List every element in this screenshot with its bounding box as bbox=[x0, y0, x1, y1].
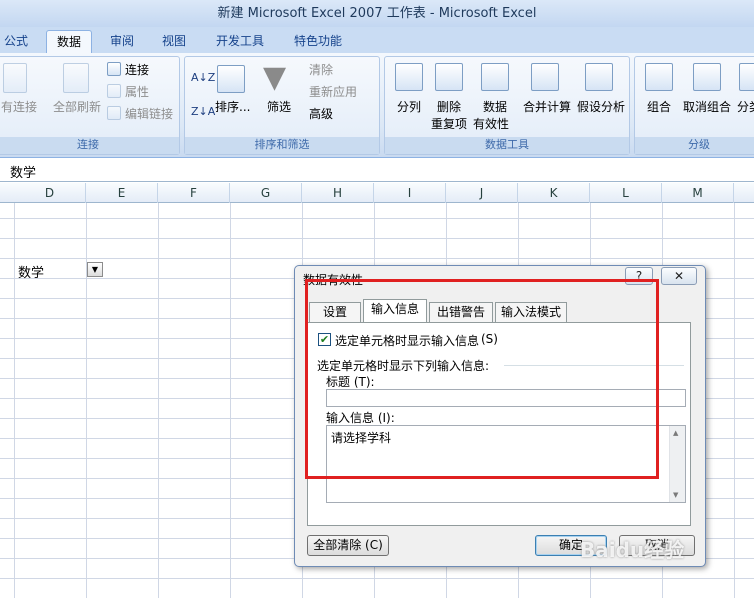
tab-error-alert[interactable]: 出错警告 bbox=[429, 302, 493, 323]
group-button[interactable]: 组合 bbox=[647, 98, 671, 115]
column-header[interactable]: G bbox=[230, 183, 302, 203]
chevron-down-icon[interactable]: ▼ bbox=[87, 262, 103, 277]
text-to-columns-icon bbox=[395, 63, 423, 91]
subtotal-icon bbox=[739, 63, 754, 91]
refresh-all-button[interactable]: 全部刷新 bbox=[53, 98, 101, 115]
connections-icon bbox=[107, 62, 121, 76]
data-tools-group-label: 数据工具 bbox=[385, 137, 629, 154]
sort-desc-icon[interactable]: Z↓A bbox=[191, 105, 215, 118]
column-header[interactable]: K bbox=[518, 183, 590, 203]
message-text: 请选择学科 bbox=[331, 431, 392, 445]
column-header[interactable]: E bbox=[86, 183, 158, 203]
close-button[interactable]: ✕ bbox=[661, 267, 697, 285]
properties-icon bbox=[107, 84, 121, 98]
tab-data[interactable]: 数据 bbox=[46, 30, 92, 53]
tab-input-message[interactable]: 输入信息 bbox=[363, 299, 427, 323]
consolidate-button[interactable]: 合并计算 bbox=[523, 98, 571, 115]
section-divider bbox=[504, 365, 684, 366]
remove-duplicates-button[interactable]: 删除 bbox=[437, 98, 461, 115]
column-header[interactable]: J bbox=[446, 183, 518, 203]
ribbon: 有连接 全部刷新 连接 属性 编辑链接 连接 A↓Z Z↓A 排序... ▼ 筛… bbox=[0, 53, 754, 158]
input-message-panel: ✔ 选定单元格时显示输入信息 (S) 选定单元格时显示下列输入信息: 标题 (T… bbox=[307, 322, 691, 526]
outline-group-label: 分级 bbox=[635, 137, 754, 154]
advanced-button[interactable]: 高级 bbox=[309, 105, 333, 122]
sort-icon bbox=[217, 65, 245, 93]
connections-group-label: 连接 bbox=[0, 137, 179, 154]
dialog-title: 数据有效性 bbox=[303, 273, 364, 287]
window-title: 新建 Microsoft Excel 2007 工作表 - Microsoft … bbox=[0, 0, 754, 27]
data-validation-icon bbox=[481, 63, 509, 91]
scroll-up-icon[interactable]: ▲ bbox=[673, 429, 678, 437]
title-label: 标题 (T): bbox=[326, 375, 375, 389]
ok-button[interactable]: 确定 bbox=[535, 535, 607, 556]
section-label: 选定单元格时显示下列输入信息: bbox=[317, 359, 490, 373]
column-header[interactable]: H bbox=[302, 183, 374, 203]
clear-button[interactable]: 清除 bbox=[309, 61, 333, 78]
tab-features[interactable]: 特色功能 bbox=[284, 30, 352, 53]
edit-links-button[interactable]: 编辑链接 bbox=[125, 105, 173, 122]
active-cell-value[interactable]: 数学 bbox=[18, 262, 44, 281]
sort-filter-group-label: 排序和筛选 bbox=[185, 137, 379, 154]
refresh-all-icon bbox=[63, 63, 89, 93]
column-header[interactable]: D bbox=[14, 183, 86, 203]
ungroup-icon bbox=[693, 63, 721, 91]
group-icon bbox=[645, 63, 673, 91]
connections-button[interactable]: 连接 bbox=[125, 61, 149, 78]
consolidate-icon bbox=[531, 63, 559, 91]
text-to-columns-button[interactable]: 分列 bbox=[397, 98, 421, 115]
ungroup-button[interactable]: 取消组合 bbox=[683, 98, 731, 115]
cancel-button[interactable]: 取消 bbox=[619, 535, 695, 556]
sort-filter-group: A↓Z Z↓A 排序... ▼ 筛选 清除 重新应用 高级 排序和筛选 bbox=[184, 56, 380, 155]
formula-content: 数学 bbox=[10, 166, 37, 181]
tab-developer[interactable]: 开发工具 bbox=[208, 30, 272, 53]
formula-bar[interactable]: 数学 bbox=[0, 159, 754, 182]
properties-button[interactable]: 属性 bbox=[125, 83, 149, 100]
what-if-button[interactable]: 假设分析 bbox=[577, 98, 625, 115]
column-header[interactable]: I bbox=[374, 183, 446, 203]
edit-links-icon bbox=[107, 106, 121, 120]
sort-button[interactable]: 排序... bbox=[215, 98, 250, 115]
reapply-button[interactable]: 重新应用 bbox=[309, 83, 357, 100]
tab-ime-mode[interactable]: 输入法模式 bbox=[495, 302, 567, 323]
existing-connections-button[interactable]: 有连接 bbox=[1, 98, 37, 115]
ribbon-tabs: 公式 数据 审阅 视图 开发工具 特色功能 bbox=[0, 27, 754, 53]
filter-icon: ▼ bbox=[263, 60, 287, 95]
remove-duplicates-label2[interactable]: 重复项 bbox=[431, 115, 467, 132]
remove-duplicates-icon bbox=[435, 63, 463, 91]
clear-all-button[interactable]: 全部清除 (C) bbox=[307, 535, 389, 556]
data-validation-label2[interactable]: 有效性 bbox=[473, 115, 509, 132]
scroll-down-icon[interactable]: ▼ bbox=[673, 491, 678, 499]
tab-settings[interactable]: 设置 bbox=[309, 302, 361, 323]
what-if-icon bbox=[585, 63, 613, 91]
data-tools-group: 分列 删除 重复项 数据 有效性 合并计算 假设分析 数据工具 bbox=[384, 56, 630, 155]
title-input[interactable] bbox=[326, 389, 686, 407]
help-button[interactable]: ? bbox=[625, 267, 653, 285]
connections-group: 有连接 全部刷新 连接 属性 编辑链接 连接 bbox=[0, 56, 180, 155]
existing-connections-icon bbox=[3, 63, 27, 93]
show-input-label[interactable]: 选定单元格时显示输入信息 bbox=[335, 332, 479, 349]
filter-button[interactable]: 筛选 bbox=[267, 98, 291, 115]
tab-view[interactable]: 视图 bbox=[154, 30, 194, 53]
column-header[interactable]: M bbox=[662, 183, 734, 203]
message-scrollbar[interactable]: ▲ ▼ bbox=[669, 426, 685, 502]
tab-review[interactable]: 审阅 bbox=[102, 30, 142, 53]
outline-group: 组合 取消组合 分类 分级 bbox=[634, 56, 754, 155]
data-validation-dialog: 数据有效性 ? ✕ 设置 输入信息 出错警告 输入法模式 ✔ 选定单元格时显示输… bbox=[294, 265, 706, 567]
message-label: 输入信息 (I): bbox=[326, 411, 395, 425]
sort-asc-icon[interactable]: A↓Z bbox=[191, 71, 215, 84]
show-input-shortcut: (S) bbox=[481, 332, 498, 346]
subtotal-button[interactable]: 分类 bbox=[737, 98, 754, 115]
column-header[interactable]: F bbox=[158, 183, 230, 203]
column-headers: D E F G H I J K L M bbox=[0, 183, 754, 203]
show-input-checkbox[interactable]: ✔ bbox=[318, 333, 331, 346]
data-validation-button[interactable]: 数据 bbox=[483, 98, 507, 115]
column-header[interactable]: L bbox=[590, 183, 662, 203]
message-textarea[interactable]: 请选择学科 ▲ ▼ bbox=[326, 425, 686, 503]
tab-formulas[interactable]: 公式 bbox=[0, 30, 32, 53]
